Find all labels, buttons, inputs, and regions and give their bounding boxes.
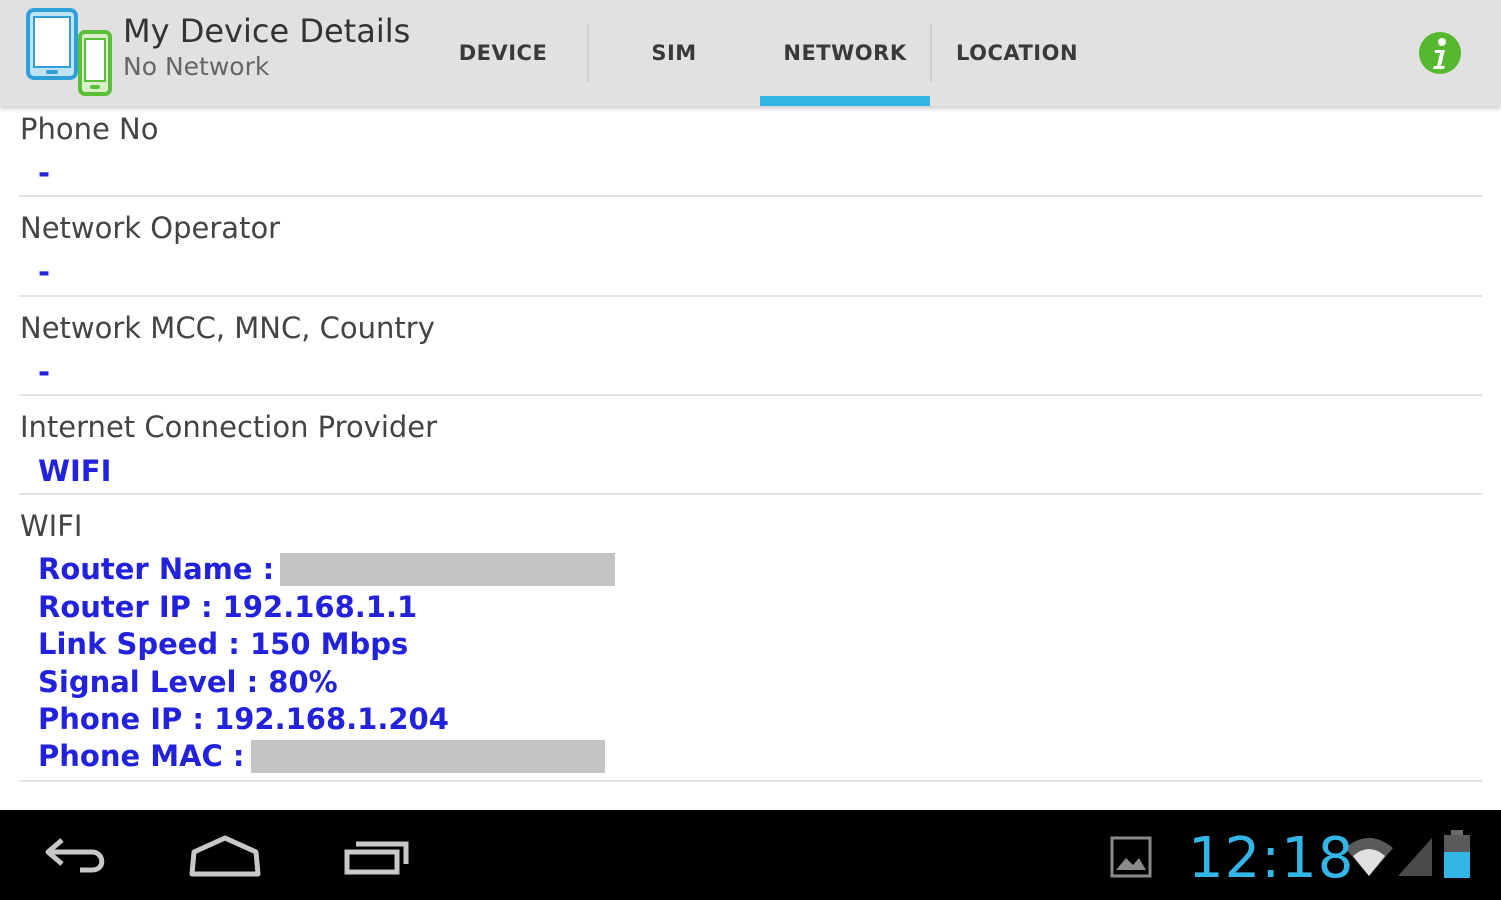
network-details-list: Phone No - Network Operator - Network MC… (0, 106, 1501, 810)
cell-signal-icon (1398, 838, 1432, 876)
tab-device[interactable]: DEVICE (418, 0, 588, 106)
action-bar: My Device Details No Network DEVICE SIM … (0, 0, 1501, 106)
tab-bar: DEVICE SIM NETWORK LOCATION (418, 0, 1358, 106)
network-operator-label: Network Operator (20, 211, 281, 245)
list-item-phone-no: Phone No - (19, 106, 1482, 197)
app-subtitle: No Network (123, 52, 270, 81)
redacted-router-name (280, 552, 616, 586)
tab-network[interactable]: NETWORK (760, 0, 930, 106)
list-item-network-operator: Network Operator - (19, 197, 1482, 297)
status-clock: 12:18 (1188, 826, 1355, 891)
link-speed-line: Link Speed : 150 Mbps (38, 627, 409, 661)
home-icon[interactable] (188, 830, 262, 880)
connection-provider-value: WIFI (38, 454, 112, 488)
phone-mac-text: Phone MAC : (38, 739, 245, 773)
connection-provider-label: Internet Connection Provider (20, 410, 438, 444)
network-operator-value: - (38, 255, 51, 289)
phone-no-value: - (38, 156, 51, 190)
list-item-mcc-mnc: Network MCC, MNC, Country - (19, 297, 1482, 396)
phone-mac-line: Phone MAC : (38, 739, 605, 773)
mcc-mnc-value: - (38, 355, 51, 389)
list-item-connection-provider: Internet Connection Provider WIFI (19, 396, 1482, 495)
list-item-wifi: WIFI Router Name : Router IP : 192.168.1… (19, 495, 1482, 782)
signal-level-line: Signal Level : 80% (38, 665, 338, 699)
router-ip-line: Router IP : 192.168.1.1 (38, 590, 418, 624)
phone-ip-line: Phone IP : 192.168.1.204 (38, 702, 449, 736)
redacted-phone-mac (250, 739, 605, 773)
tab-location[interactable]: LOCATION (932, 0, 1102, 106)
phone-no-label: Phone No (20, 112, 159, 146)
gallery-notification-icon[interactable] (1110, 836, 1152, 878)
battery-icon (1444, 830, 1470, 878)
recent-apps-icon[interactable] (342, 830, 414, 880)
devices-icon (26, 8, 112, 96)
back-icon[interactable] (40, 830, 112, 880)
info-icon[interactable] (1418, 31, 1462, 75)
mcc-mnc-label: Network MCC, MNC, Country (20, 311, 435, 345)
app-title: My Device Details (123, 12, 411, 50)
router-name-text: Router Name : (38, 552, 275, 586)
tab-sim[interactable]: SIM (589, 0, 759, 106)
router-name-line: Router Name : (38, 552, 616, 586)
wifi-label: WIFI (20, 509, 83, 543)
